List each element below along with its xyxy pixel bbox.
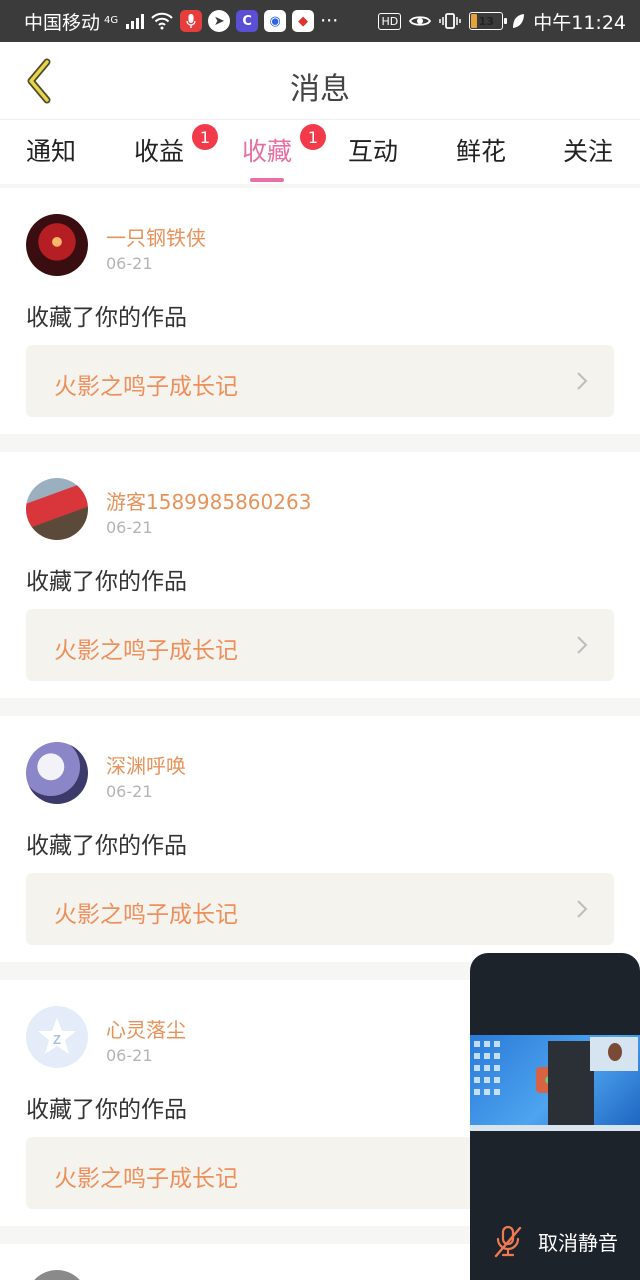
action-text: 收藏了你的作品: [26, 569, 187, 595]
work-title: 火影之鸣子成长记: [54, 638, 238, 664]
chevron-right-icon: [577, 636, 588, 654]
work-title: 火影之鸣子成长记: [54, 902, 238, 928]
list-item: 深渊呼唤 06-21 收藏了你的作品 火影之鸣子成长记: [0, 716, 640, 962]
list-item: 游客1589985860263 06-21 收藏了你的作品 火影之鸣子成长记: [0, 452, 640, 698]
avatar[interactable]: [26, 478, 88, 540]
screen-share-preview[interactable]: [470, 1035, 640, 1131]
tab-label: 收藏: [241, 137, 293, 166]
active-tab-indicator: [249, 178, 284, 182]
more-notifications-icon: ···: [320, 10, 339, 32]
tab-bar: 通知 收益 1 收藏 1 互动 鲜花 关注: [0, 120, 640, 184]
unread-badge: 1: [192, 124, 219, 150]
webcam-thumbnail: [590, 1037, 638, 1071]
battery-icon: 13: [469, 12, 508, 30]
work-link[interactable]: 火影之鸣子成长记: [26, 609, 614, 681]
avatar[interactable]: [26, 214, 88, 276]
tab-label: 通知: [25, 137, 77, 166]
taskbar: [470, 1125, 640, 1131]
default-avatar-icon: Z: [38, 1018, 76, 1054]
clock: 中午11:24: [533, 11, 626, 34]
timestamp: 06-21: [106, 254, 153, 273]
hd-icon: HD: [378, 12, 402, 30]
send-app-icon: ➤: [208, 10, 231, 32]
baidu-app-icon: ◉: [264, 10, 287, 32]
work-link[interactable]: 火影之鸣子成长记: [26, 873, 614, 945]
username-link[interactable]: 心灵落尘: [106, 1014, 186, 1043]
tab-label: 互动: [347, 137, 399, 166]
action-text: 收藏了你的作品: [26, 305, 187, 331]
unread-badge: 1: [300, 124, 327, 150]
floating-video-window[interactable]: 取消静音: [470, 953, 640, 1280]
chevron-right-icon: [577, 372, 588, 390]
eye-icon: [409, 13, 432, 29]
action-text: 收藏了你的作品: [26, 833, 187, 859]
username-link[interactable]: 深渊呼唤: [106, 750, 186, 779]
tab-flowers[interactable]: 鲜花: [456, 132, 506, 168]
game-app-icon: ◆: [292, 10, 315, 32]
vibrate-icon: [439, 12, 461, 30]
timestamp: 06-21: [106, 518, 153, 537]
mic-muted-icon: [494, 1225, 522, 1258]
header: 消息: [0, 42, 640, 120]
tab-following[interactable]: 关注: [563, 132, 613, 168]
chevron-right-icon: [577, 900, 588, 918]
tab-notifications[interactable]: 通知: [26, 132, 76, 168]
avatar[interactable]: [26, 742, 88, 804]
timestamp: 06-21: [106, 782, 153, 801]
svg-text:Z: Z: [53, 1032, 61, 1047]
wifi-icon: [150, 12, 174, 30]
tab-label: 鲜花: [455, 137, 507, 166]
work-title: 火影之鸣子成长记: [54, 1166, 238, 1192]
leaf-icon: [511, 13, 525, 29]
tab-interactions[interactable]: 互动: [348, 132, 398, 168]
c-app-icon: C: [236, 10, 259, 32]
avatar[interactable]: [26, 1270, 88, 1280]
avatar[interactable]: Z: [26, 1006, 88, 1068]
chat-panel: [548, 1041, 594, 1125]
status-bar: 中国移动 4G ➤ C ◉ ◆ ··· HD 13 中午11:24: [0, 0, 640, 42]
username-link[interactable]: 一只钢铁侠: [106, 222, 206, 251]
tab-favorites[interactable]: 收藏 1: [241, 124, 327, 182]
unmute-label: 取消静音: [538, 1230, 618, 1255]
unmute-button[interactable]: 取消静音: [470, 1224, 640, 1258]
timestamp: 06-21: [106, 1046, 153, 1065]
carrier-label: 中国移动: [24, 11, 101, 34]
work-title: 火影之鸣子成长记: [54, 374, 238, 400]
signal-icon: [126, 13, 145, 29]
tab-label: 关注: [562, 137, 614, 166]
work-link[interactable]: 火影之鸣子成长记: [26, 345, 614, 417]
mic-app-icon: [180, 10, 203, 32]
tab-earnings[interactable]: 收益 1: [133, 124, 219, 168]
network-type: 4G: [104, 15, 119, 26]
action-text: 收藏了你的作品: [26, 1097, 187, 1123]
list-item: 一只钢铁侠 06-21 收藏了你的作品 火影之鸣子成长记: [0, 188, 640, 434]
tab-label: 收益: [133, 137, 185, 166]
page-title: 消息: [290, 72, 350, 107]
username-link[interactable]: 游客1589985860263: [106, 486, 311, 515]
